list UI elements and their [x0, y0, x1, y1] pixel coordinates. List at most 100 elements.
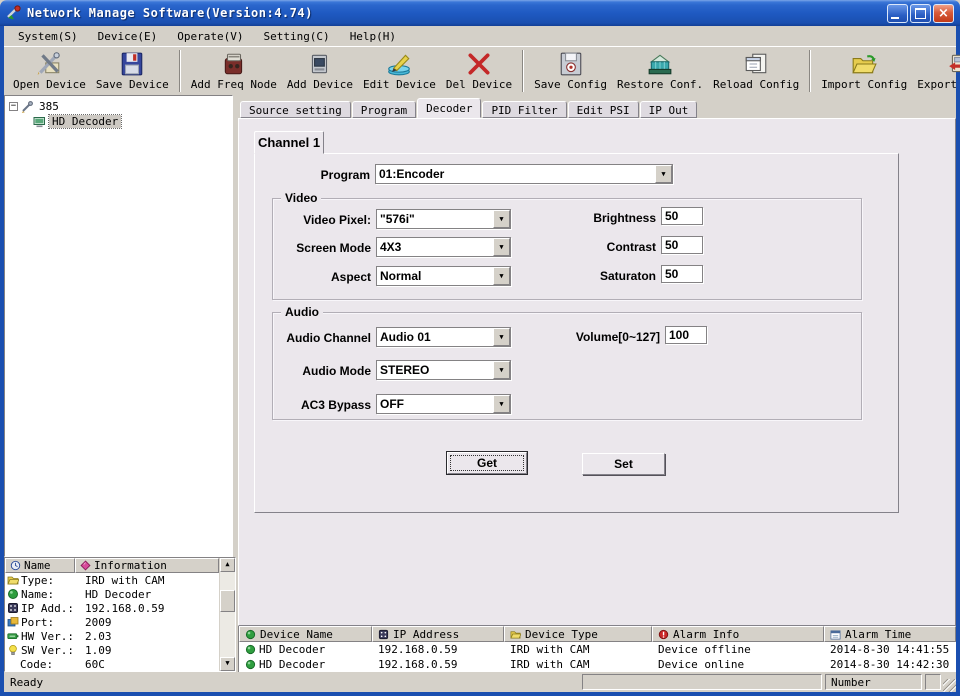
property-row-ip[interactable]: IP Add.: 192.168.0.59: [5, 601, 219, 615]
chevron-down-icon[interactable]: ▼: [493, 210, 510, 228]
property-row-type[interactable]: Type: IRD with CAM: [5, 573, 219, 587]
chevron-down-icon[interactable]: ▼: [493, 238, 510, 256]
scroll-up-icon[interactable]: ▲: [220, 558, 235, 572]
chevron-down-icon[interactable]: ▼: [493, 328, 510, 346]
save-device-button[interactable]: Save Device: [92, 50, 173, 92]
tab-ip-out[interactable]: IP Out: [640, 101, 698, 118]
export-config-label: Export Config: [917, 78, 960, 91]
property-header-name[interactable]: Name: [5, 558, 75, 573]
screen-mode-select[interactable]: 4X3 ▼: [376, 237, 511, 257]
gem-pink-icon: [80, 560, 91, 571]
gem-icon: [245, 644, 256, 655]
window-frame-right: [956, 26, 960, 696]
program-select[interactable]: 01:Encoder ▼: [375, 164, 673, 184]
device-tree: − 385 HD Decoder: [4, 95, 233, 557]
property-row-name[interactable]: Name: HD Decoder: [5, 587, 219, 601]
chevron-down-icon[interactable]: ▼: [493, 361, 510, 379]
tab-pid-filter[interactable]: PID Filter: [482, 101, 566, 118]
chevron-down-icon[interactable]: ▼: [493, 395, 510, 413]
brightness-field[interactable]: [661, 207, 703, 225]
property-row-sw-ver[interactable]: SW Ver.: 1.09: [5, 643, 219, 657]
save-config-button[interactable]: Save Config: [530, 50, 611, 92]
resize-grip[interactable]: [943, 679, 956, 692]
property-row-code[interactable]: Code: 60C: [5, 657, 219, 671]
status-number-panel: Number: [825, 674, 922, 690]
menu-device[interactable]: Device(E): [88, 28, 168, 45]
chevron-down-icon[interactable]: ▼: [493, 267, 510, 285]
add-device-button[interactable]: Add Device: [283, 50, 357, 92]
tab-edit-psi[interactable]: Edit PSI: [568, 101, 639, 118]
main-area: Source setting Program Decoder PID Filte…: [238, 95, 956, 672]
restore-config-icon: [647, 51, 673, 77]
bulb-icon: [7, 644, 19, 656]
ac3-bypass-label: AC3 Bypass: [273, 398, 371, 412]
save-device-label: Save Device: [96, 78, 169, 91]
reload-config-button[interactable]: Reload Config: [709, 50, 803, 92]
export-config-button[interactable]: Export Config: [913, 50, 960, 92]
alarm-icon: [658, 629, 669, 640]
tab-program[interactable]: Program: [352, 101, 416, 118]
saturation-label: Saturaton: [561, 269, 656, 283]
menu-operate[interactable]: Operate(V): [167, 28, 253, 45]
menu-system[interactable]: System(S): [8, 28, 88, 45]
header-device-name[interactable]: Device Name: [239, 626, 372, 642]
tab-source-setting[interactable]: Source setting: [240, 101, 351, 118]
header-ip-address[interactable]: IP Address: [372, 626, 504, 642]
program-label: Program: [295, 168, 370, 182]
import-config-button[interactable]: Import Config: [817, 50, 911, 92]
edit-device-label: Edit Device: [363, 78, 436, 91]
menu-setting[interactable]: Setting(C): [253, 28, 339, 45]
property-row-port[interactable]: Port: 2009: [5, 615, 219, 629]
audio-channel-select[interactable]: Audio 01 ▼: [376, 327, 511, 347]
property-panel: Name Information Type: IRD with CAM Name…: [4, 557, 236, 672]
property-header-information[interactable]: Information: [75, 558, 219, 573]
tree-root-node[interactable]: − 385: [7, 99, 230, 114]
title-bar: Network Manage Software(Version:4.74) ×: [0, 0, 960, 26]
import-config-icon: [851, 51, 877, 77]
header-device-type[interactable]: Device Type: [504, 626, 652, 642]
audio-mode-select[interactable]: STEREO ▼: [376, 360, 511, 380]
gem-icon: [245, 629, 256, 640]
close-button[interactable]: ×: [933, 4, 954, 23]
tree-node-hd-decoder[interactable]: HD Decoder: [33, 114, 230, 129]
maximize-icon: [915, 8, 926, 19]
calendar-icon: [830, 629, 841, 640]
save-config-icon: [558, 51, 584, 77]
video-pixel-select[interactable]: "576i" ▼: [376, 209, 511, 229]
chevron-down-icon[interactable]: ▼: [655, 165, 672, 183]
menu-help[interactable]: Help(H): [340, 28, 406, 45]
toolbar: Open Device Save Device Add Freq Node Ad…: [4, 46, 956, 95]
gem-icon: [245, 659, 256, 670]
volume-field[interactable]: [665, 326, 707, 344]
minimize-icon: [891, 14, 899, 19]
maximize-button[interactable]: [910, 4, 931, 23]
collapse-icon[interactable]: −: [9, 102, 18, 111]
scroll-down-icon[interactable]: ▼: [220, 657, 235, 671]
property-scrollbar[interactable]: ▲ ▼: [219, 558, 235, 671]
ac3-bypass-select[interactable]: OFF ▼: [376, 394, 511, 414]
window-frame-bottom: [0, 692, 960, 696]
restore-config-button[interactable]: Restore Conf.: [613, 50, 707, 92]
minimize-button[interactable]: [887, 4, 908, 23]
channel-panel: Program 01:Encoder ▼ Video Video Pixel: …: [254, 153, 899, 513]
header-alarm-info[interactable]: Alarm Info: [652, 626, 824, 642]
header-alarm-time[interactable]: Alarm Time: [824, 626, 956, 642]
open-device-button[interactable]: Open Device: [9, 50, 90, 92]
window-title: Network Manage Software(Version:4.74): [27, 6, 313, 20]
tab-channel-1[interactable]: Channel 1: [254, 131, 324, 154]
set-button[interactable]: Set: [582, 453, 665, 475]
get-button[interactable]: Get: [447, 452, 527, 474]
device-row-2[interactable]: HD Decoder 192.168.0.59 IRD with CAM Dev…: [239, 657, 956, 672]
video-group: Video Video Pixel: "576i" ▼ Brightness S…: [272, 198, 862, 300]
edit-device-button[interactable]: Edit Device: [359, 50, 440, 92]
add-freq-node-button[interactable]: Add Freq Node: [187, 50, 281, 92]
open-device-icon: [36, 51, 62, 77]
scroll-thumb[interactable]: [220, 590, 235, 612]
saturation-field[interactable]: [661, 265, 703, 283]
contrast-field[interactable]: [661, 236, 703, 254]
aspect-select[interactable]: Normal ▼: [376, 266, 511, 286]
device-row-1[interactable]: HD Decoder 192.168.0.59 IRD with CAM Dev…: [239, 642, 956, 657]
property-row-hw-ver[interactable]: HW Ver.: 2.03: [5, 629, 219, 643]
tab-decoder[interactable]: Decoder: [417, 98, 481, 118]
del-device-button[interactable]: Del Device: [442, 50, 516, 92]
